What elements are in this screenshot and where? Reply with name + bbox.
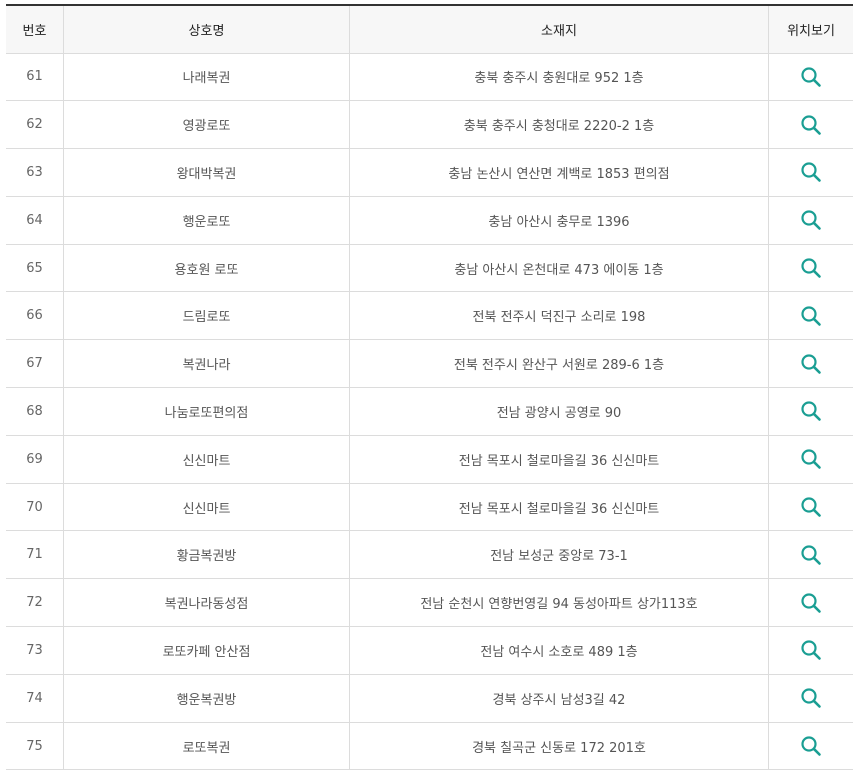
store-address: 전남 여수시 소호로 489 1층 — [349, 626, 769, 675]
table-row: 75 로또복권 경북 칠곡군 신동로 172 201호 — [6, 722, 853, 771]
store-address: 전남 광양시 공영로 90 — [349, 387, 769, 436]
view-location-cell — [768, 196, 853, 245]
store-name: 로또카페 안산점 — [63, 626, 350, 675]
row-number: 68 — [6, 387, 64, 436]
store-list-container: 번호 상호명 소재지 위치보기 61 나래복권 충북 충주시 충원대로 952 1층… — [6, 4, 853, 771]
search-icon[interactable] — [800, 496, 822, 518]
row-number: 72 — [6, 578, 64, 628]
header-view-location: 위치보기 — [768, 4, 853, 54]
store-address: 전북 전주시 덕진구 소리로 198 — [349, 291, 769, 341]
table-row: 67 복권나라 전북 전주시 완산구 서원로 289-6 1층 — [6, 339, 853, 389]
store-address: 충북 충주시 충원대로 952 1층 — [349, 53, 769, 102]
store-address: 충남 아산시 온천대로 473 에이동 1층 — [349, 244, 769, 293]
search-icon[interactable] — [800, 400, 822, 422]
view-location-cell — [768, 530, 853, 580]
store-address: 전남 순천시 연향번영길 94 동성아파트 상가113호 — [349, 578, 769, 628]
view-location-cell — [768, 339, 853, 389]
store-name: 나래복권 — [63, 53, 350, 102]
store-address: 전남 목포시 철로마을길 36 신신마트 — [349, 483, 769, 532]
row-number: 71 — [6, 530, 64, 580]
view-location-cell — [768, 387, 853, 436]
row-number: 61 — [6, 53, 64, 102]
table-row: 66 드림로또 전북 전주시 덕진구 소리로 198 — [6, 291, 853, 341]
view-location-cell — [768, 53, 853, 102]
view-location-cell — [768, 483, 853, 532]
row-number: 62 — [6, 100, 64, 150]
store-name: 행운로또 — [63, 196, 350, 245]
search-icon[interactable] — [800, 448, 822, 470]
store-address: 충남 아산시 충무로 1396 — [349, 196, 769, 245]
table-header: 번호 상호명 소재지 위치보기 — [6, 4, 853, 54]
store-address: 충남 논산시 연산면 계백로 1853 편의점 — [349, 148, 769, 197]
table-row: 70 신신마트 전남 목포시 철로마을길 36 신신마트 — [6, 483, 853, 532]
row-number: 70 — [6, 483, 64, 532]
table-row: 68 나눔로또편의점 전남 광양시 공영로 90 — [6, 387, 853, 436]
row-number: 64 — [6, 196, 64, 245]
view-location-cell — [768, 626, 853, 675]
view-location-cell — [768, 291, 853, 341]
store-name: 영광로또 — [63, 100, 350, 150]
store-name: 왕대박복권 — [63, 148, 350, 197]
store-name: 황금복권방 — [63, 530, 350, 580]
table-row: 72 복권나라동성점 전남 순천시 연향번영길 94 동성아파트 상가113호 — [6, 578, 853, 628]
table-row: 71 황금복권방 전남 보성군 중앙로 73-1 — [6, 530, 853, 580]
view-location-cell — [768, 578, 853, 628]
search-icon[interactable] — [800, 209, 822, 231]
search-icon[interactable] — [800, 305, 822, 327]
search-icon[interactable] — [800, 639, 822, 661]
header-address: 소재지 — [349, 4, 769, 54]
store-name: 신신마트 — [63, 435, 350, 484]
table-row: 65 용호원 로또 충남 아산시 온천대로 473 에이동 1층 — [6, 244, 853, 293]
row-number: 63 — [6, 148, 64, 197]
view-location-cell — [768, 435, 853, 484]
store-name: 용호원 로또 — [63, 244, 350, 293]
view-location-cell — [768, 722, 853, 771]
view-location-cell — [768, 100, 853, 150]
table-row: 74 행운복권방 경북 상주시 남성3길 42 — [6, 674, 853, 723]
store-address: 전남 보성군 중앙로 73-1 — [349, 530, 769, 580]
table-row: 62 영광로또 충북 충주시 충청대로 2220-2 1층 — [6, 100, 853, 150]
search-icon[interactable] — [800, 161, 822, 183]
search-icon[interactable] — [800, 735, 822, 757]
search-icon[interactable] — [800, 544, 822, 566]
table-row: 73 로또카페 안산점 전남 여수시 소호로 489 1층 — [6, 626, 853, 675]
store-address: 전남 목포시 철로마을길 36 신신마트 — [349, 435, 769, 484]
store-name: 로또복권 — [63, 722, 350, 771]
row-number: 67 — [6, 339, 64, 389]
store-address: 전북 전주시 완산구 서원로 289-6 1층 — [349, 339, 769, 389]
store-address: 충북 충주시 충청대로 2220-2 1층 — [349, 100, 769, 150]
header-number: 번호 — [6, 4, 64, 54]
table-row: 69 신신마트 전남 목포시 철로마을길 36 신신마트 — [6, 435, 853, 484]
table-body: 61 나래복권 충북 충주시 충원대로 952 1층 62 영광로또 충북 충주시 충청대… — [6, 53, 853, 771]
store-table: 번호 상호명 소재지 위치보기 61 나래복권 충북 충주시 충원대로 952 1층… — [6, 4, 853, 771]
store-address: 경북 상주시 남성3길 42 — [349, 674, 769, 723]
header-row: 번호 상호명 소재지 위치보기 — [6, 4, 853, 54]
view-location-cell — [768, 148, 853, 197]
store-name: 나눔로또편의점 — [63, 387, 350, 436]
table-row: 61 나래복권 충북 충주시 충원대로 952 1층 — [6, 53, 853, 102]
store-name: 행운복권방 — [63, 674, 350, 723]
store-name: 신신마트 — [63, 483, 350, 532]
table-row: 63 왕대박복권 충남 논산시 연산면 계백로 1853 편의점 — [6, 148, 853, 197]
row-number: 69 — [6, 435, 64, 484]
store-name: 복권나라 — [63, 339, 350, 389]
store-name: 드림로또 — [63, 291, 350, 341]
view-location-cell — [768, 244, 853, 293]
store-address: 경북 칠곡군 신동로 172 201호 — [349, 722, 769, 771]
header-store-name: 상호명 — [63, 4, 350, 54]
row-number: 66 — [6, 291, 64, 341]
store-name: 복권나라동성점 — [63, 578, 350, 628]
row-number: 75 — [6, 722, 64, 771]
search-icon[interactable] — [800, 66, 822, 88]
row-number: 74 — [6, 674, 64, 723]
search-icon[interactable] — [800, 353, 822, 375]
table-row: 64 행운로또 충남 아산시 충무로 1396 — [6, 196, 853, 245]
search-icon[interactable] — [800, 257, 822, 279]
row-number: 73 — [6, 626, 64, 675]
search-icon[interactable] — [800, 114, 822, 136]
row-number: 65 — [6, 244, 64, 293]
search-icon[interactable] — [800, 687, 822, 709]
search-icon[interactable] — [800, 592, 822, 614]
view-location-cell — [768, 674, 853, 723]
